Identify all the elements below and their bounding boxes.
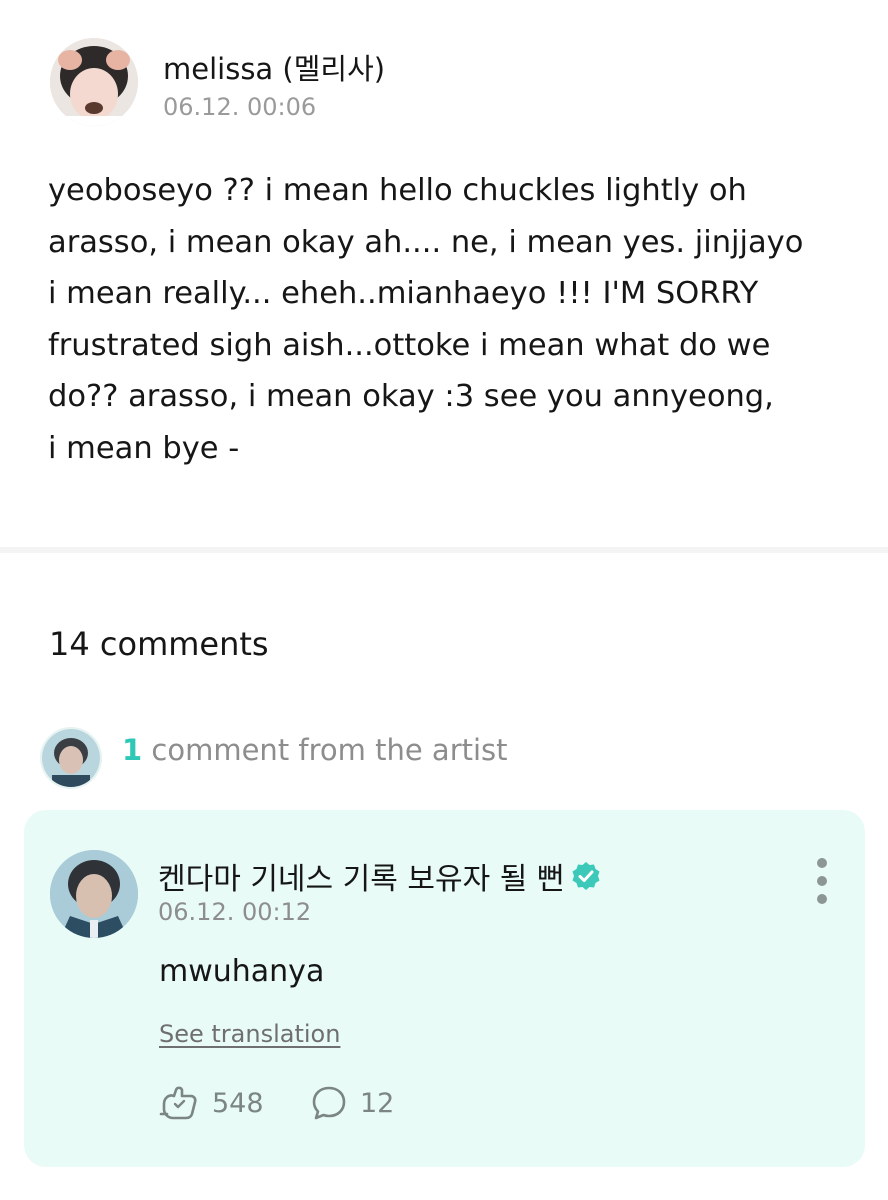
artist-name-text: 켄다마 기네스 기록 보유자 될 뻔: [158, 862, 565, 897]
like-count: 548: [212, 1087, 264, 1119]
see-translation-link[interactable]: See translation: [159, 1020, 340, 1048]
verified-badge-icon: [570, 860, 602, 892]
artist-name[interactable]: 켄다마 기네스 기록 보유자 될 뻔: [158, 854, 602, 898]
like-icon: [159, 1086, 197, 1120]
artist-avatar-small-image: [42, 729, 100, 787]
more-options-dot: [817, 894, 827, 904]
artist-comment-count: 1: [122, 733, 143, 767]
post-body-line: i mean bye -: [48, 430, 240, 466]
like-button[interactable]: 548: [158, 1084, 264, 1122]
artist-avatar-image: [50, 850, 138, 938]
post-page: melissa (멜리사) 06.12. 00:06 yeoboseyo ?? …: [0, 0, 888, 1200]
reply-bubble-icon: [312, 1086, 346, 1120]
artist-comments-link[interactable]: 1 comment from the artist: [122, 733, 508, 767]
artist-comment-timestamp: 06.12. 00:12: [158, 898, 312, 926]
post-timestamp: 06.12. 00:06: [163, 93, 317, 121]
more-options-dot: [817, 876, 827, 886]
artist-comment-card: 켄다마 기네스 기록 보유자 될 뻔 06.12. 00:12 mwuhanya…: [24, 810, 865, 1167]
author-name[interactable]: melissa (멜리사): [163, 46, 385, 88]
post-body-line: yeoboseyo ?? i mean hello chuckles light…: [48, 173, 747, 208]
author-avatar-image: [50, 38, 138, 126]
section-divider: [0, 547, 888, 553]
author-avatar[interactable]: [50, 38, 138, 126]
comments-count: 14 comments: [49, 625, 269, 663]
post-body-line: arasso, i mean okay ah.... ne, i mean ye…: [48, 224, 804, 260]
post-body-line: i mean really... eheh..mianhaeyo !!! I'M…: [48, 276, 759, 311]
reply-button[interactable]: 12: [310, 1084, 394, 1122]
reply-count: 12: [360, 1087, 395, 1119]
more-options-icon[interactable]: [810, 858, 834, 904]
post-body: yeoboseyo ?? i mean hello chuckles light…: [48, 165, 848, 474]
more-options-dot: [817, 858, 827, 868]
post-body-line: frustrated sigh aish...ottoke i mean wha…: [48, 327, 771, 363]
post-body-line: do?? arasso, i mean okay :3 see you anny…: [48, 379, 774, 414]
artist-comment-label: comment from the artist: [151, 733, 508, 767]
artist-avatar-small[interactable]: [40, 727, 102, 789]
artist-comment-text: mwuhanya: [159, 954, 325, 989]
artist-avatar[interactable]: [50, 850, 138, 938]
